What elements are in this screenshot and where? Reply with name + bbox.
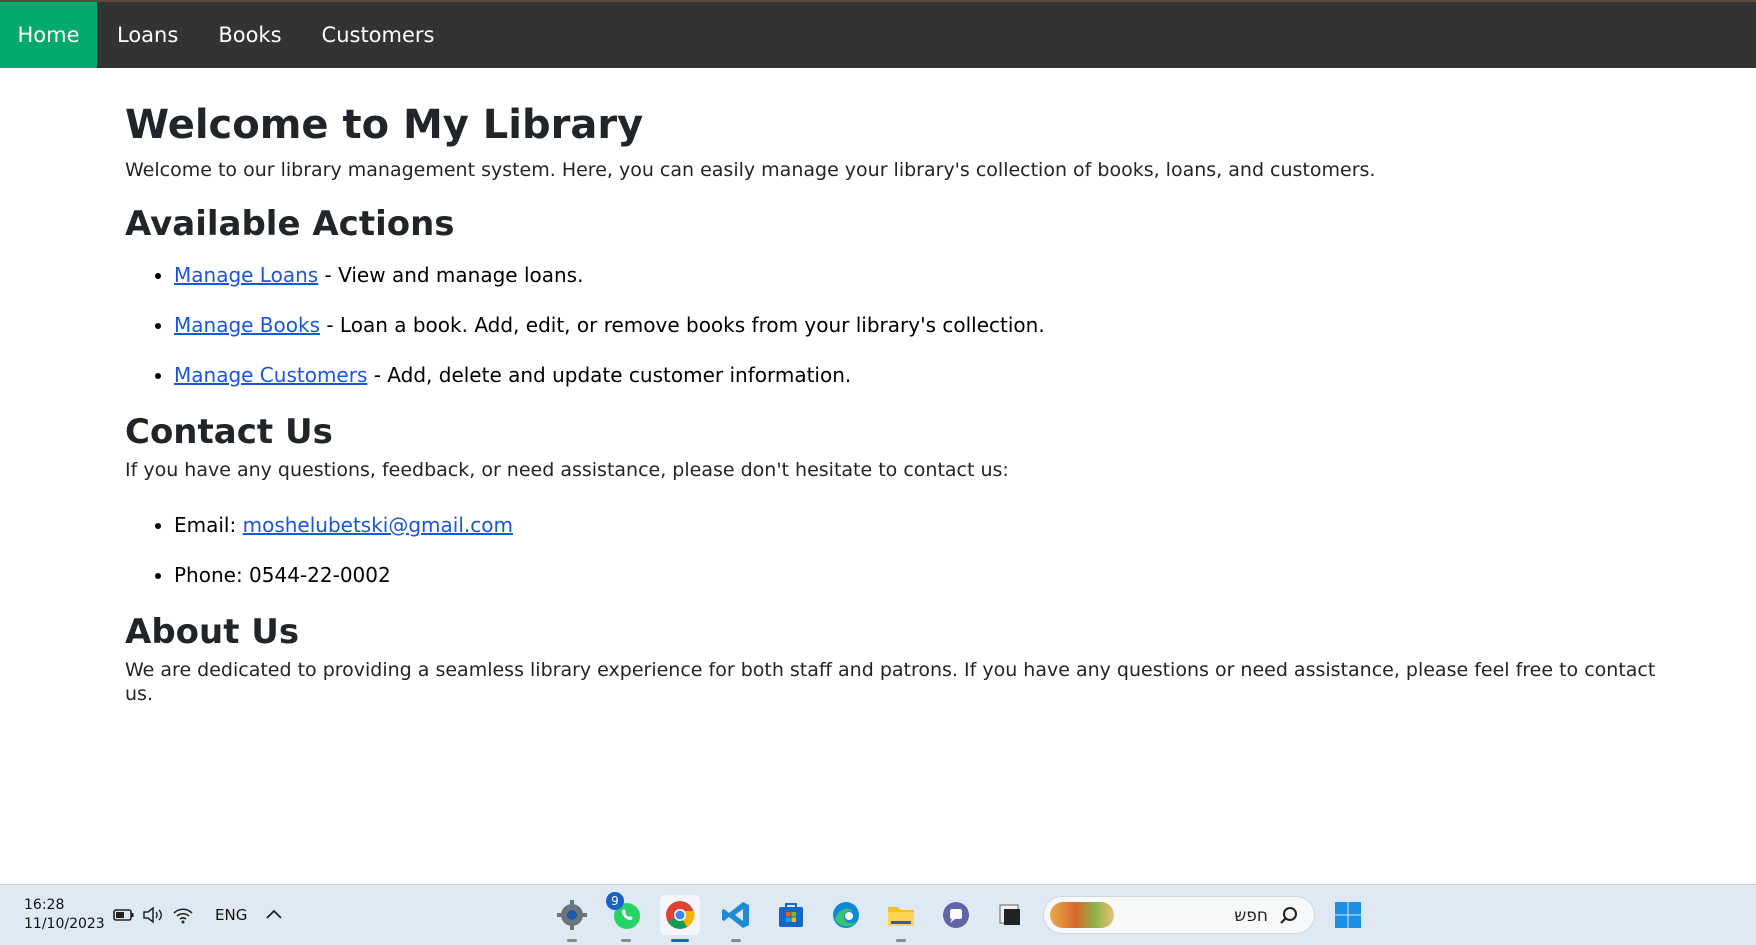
volume-icon[interactable] <box>142 905 164 925</box>
notification-badge: 9 <box>606 892 624 910</box>
contact-list: Email: moshelubetski@gmail.com Phone: 05… <box>125 512 1685 588</box>
contact-intro: If you have any questions, feedback, or … <box>125 459 1009 481</box>
contact-heading: Contact Us <box>125 412 333 452</box>
clock-time: 16:28 <box>24 897 65 913</box>
search-placeholder: חפש <box>1234 906 1268 926</box>
search-highlight-image <box>1050 902 1114 928</box>
top-navbar: Home Loans Books Customers <box>0 0 1756 68</box>
contact-phone-item: Phone: 0544-22-0002 <box>174 562 1685 588</box>
language-indicator[interactable]: ENG <box>215 906 247 924</box>
nav-home[interactable]: Home <box>0 2 97 68</box>
screen: Home Loans Books Customers Welcome to My… <box>0 0 1756 945</box>
taskbar: 16:28 11/10/2023 ENG 9 חפש <box>0 884 1756 945</box>
edge-icon[interactable] <box>826 895 866 935</box>
search-icon <box>1278 905 1300 931</box>
file-explorer-icon[interactable] <box>881 895 921 942</box>
battery-icon[interactable] <box>113 905 135 925</box>
about-text: We are dedicated to providing a seamless… <box>125 659 1656 705</box>
email-link[interactable]: moshelubetski@gmail.com <box>243 513 513 537</box>
window-icon[interactable] <box>990 895 1030 935</box>
vscode-icon[interactable] <box>716 895 756 942</box>
running-indicator <box>567 939 577 942</box>
store-icon[interactable] <box>771 895 811 935</box>
email-label: Email: <box>174 513 243 537</box>
wifi-icon[interactable] <box>172 905 194 925</box>
action-desc: - Loan a book. Add, edit, or remove book… <box>320 313 1045 337</box>
manage-books-link[interactable]: Manage Books <box>174 313 320 337</box>
active-indicator <box>671 939 689 942</box>
action-desc: - Add, delete and update customer inform… <box>367 363 852 387</box>
action-item-customers: Manage Customers - Add, delete and updat… <box>174 362 1685 388</box>
contact-email-item: Email: moshelubetski@gmail.com <box>174 512 1685 538</box>
manage-customers-link[interactable]: Manage Customers <box>174 363 367 387</box>
chevron-up-icon[interactable] <box>263 905 285 925</box>
chrome-icon[interactable] <box>660 895 700 942</box>
main-content: Welcome to My Library Welcome to our lib… <box>125 68 1685 706</box>
action-item-books: Manage Books - Loan a book. Add, edit, o… <box>174 312 1685 338</box>
teams-icon[interactable] <box>936 895 976 935</box>
running-indicator <box>896 939 906 942</box>
actions-list: Manage Loans - View and manage loans. Ma… <box>125 262 1685 388</box>
about-heading: About Us <box>125 612 300 652</box>
page-title: Welcome to My Library <box>125 102 644 148</box>
settings-icon[interactable] <box>552 895 592 942</box>
running-indicator <box>621 939 631 942</box>
actions-heading: Available Actions <box>125 204 455 244</box>
taskbar-clock[interactable]: 16:28 11/10/2023 <box>24 896 105 934</box>
nav-loans[interactable]: Loans <box>97 2 198 68</box>
action-desc: - View and manage loans. <box>318 263 584 287</box>
manage-loans-link[interactable]: Manage Loans <box>174 263 318 287</box>
running-indicator <box>731 939 741 942</box>
nav-books[interactable]: Books <box>198 2 301 68</box>
action-item-loans: Manage Loans - View and manage loans. <box>174 262 1685 288</box>
intro-text: Welcome to our library management system… <box>125 159 1376 181</box>
taskbar-search[interactable]: חפש <box>1043 896 1315 934</box>
nav-customers[interactable]: Customers <box>302 2 455 68</box>
windows-start-icon[interactable] <box>1328 895 1368 935</box>
whatsapp-icon[interactable]: 9 <box>606 892 646 942</box>
clock-date: 11/10/2023 <box>24 916 105 932</box>
